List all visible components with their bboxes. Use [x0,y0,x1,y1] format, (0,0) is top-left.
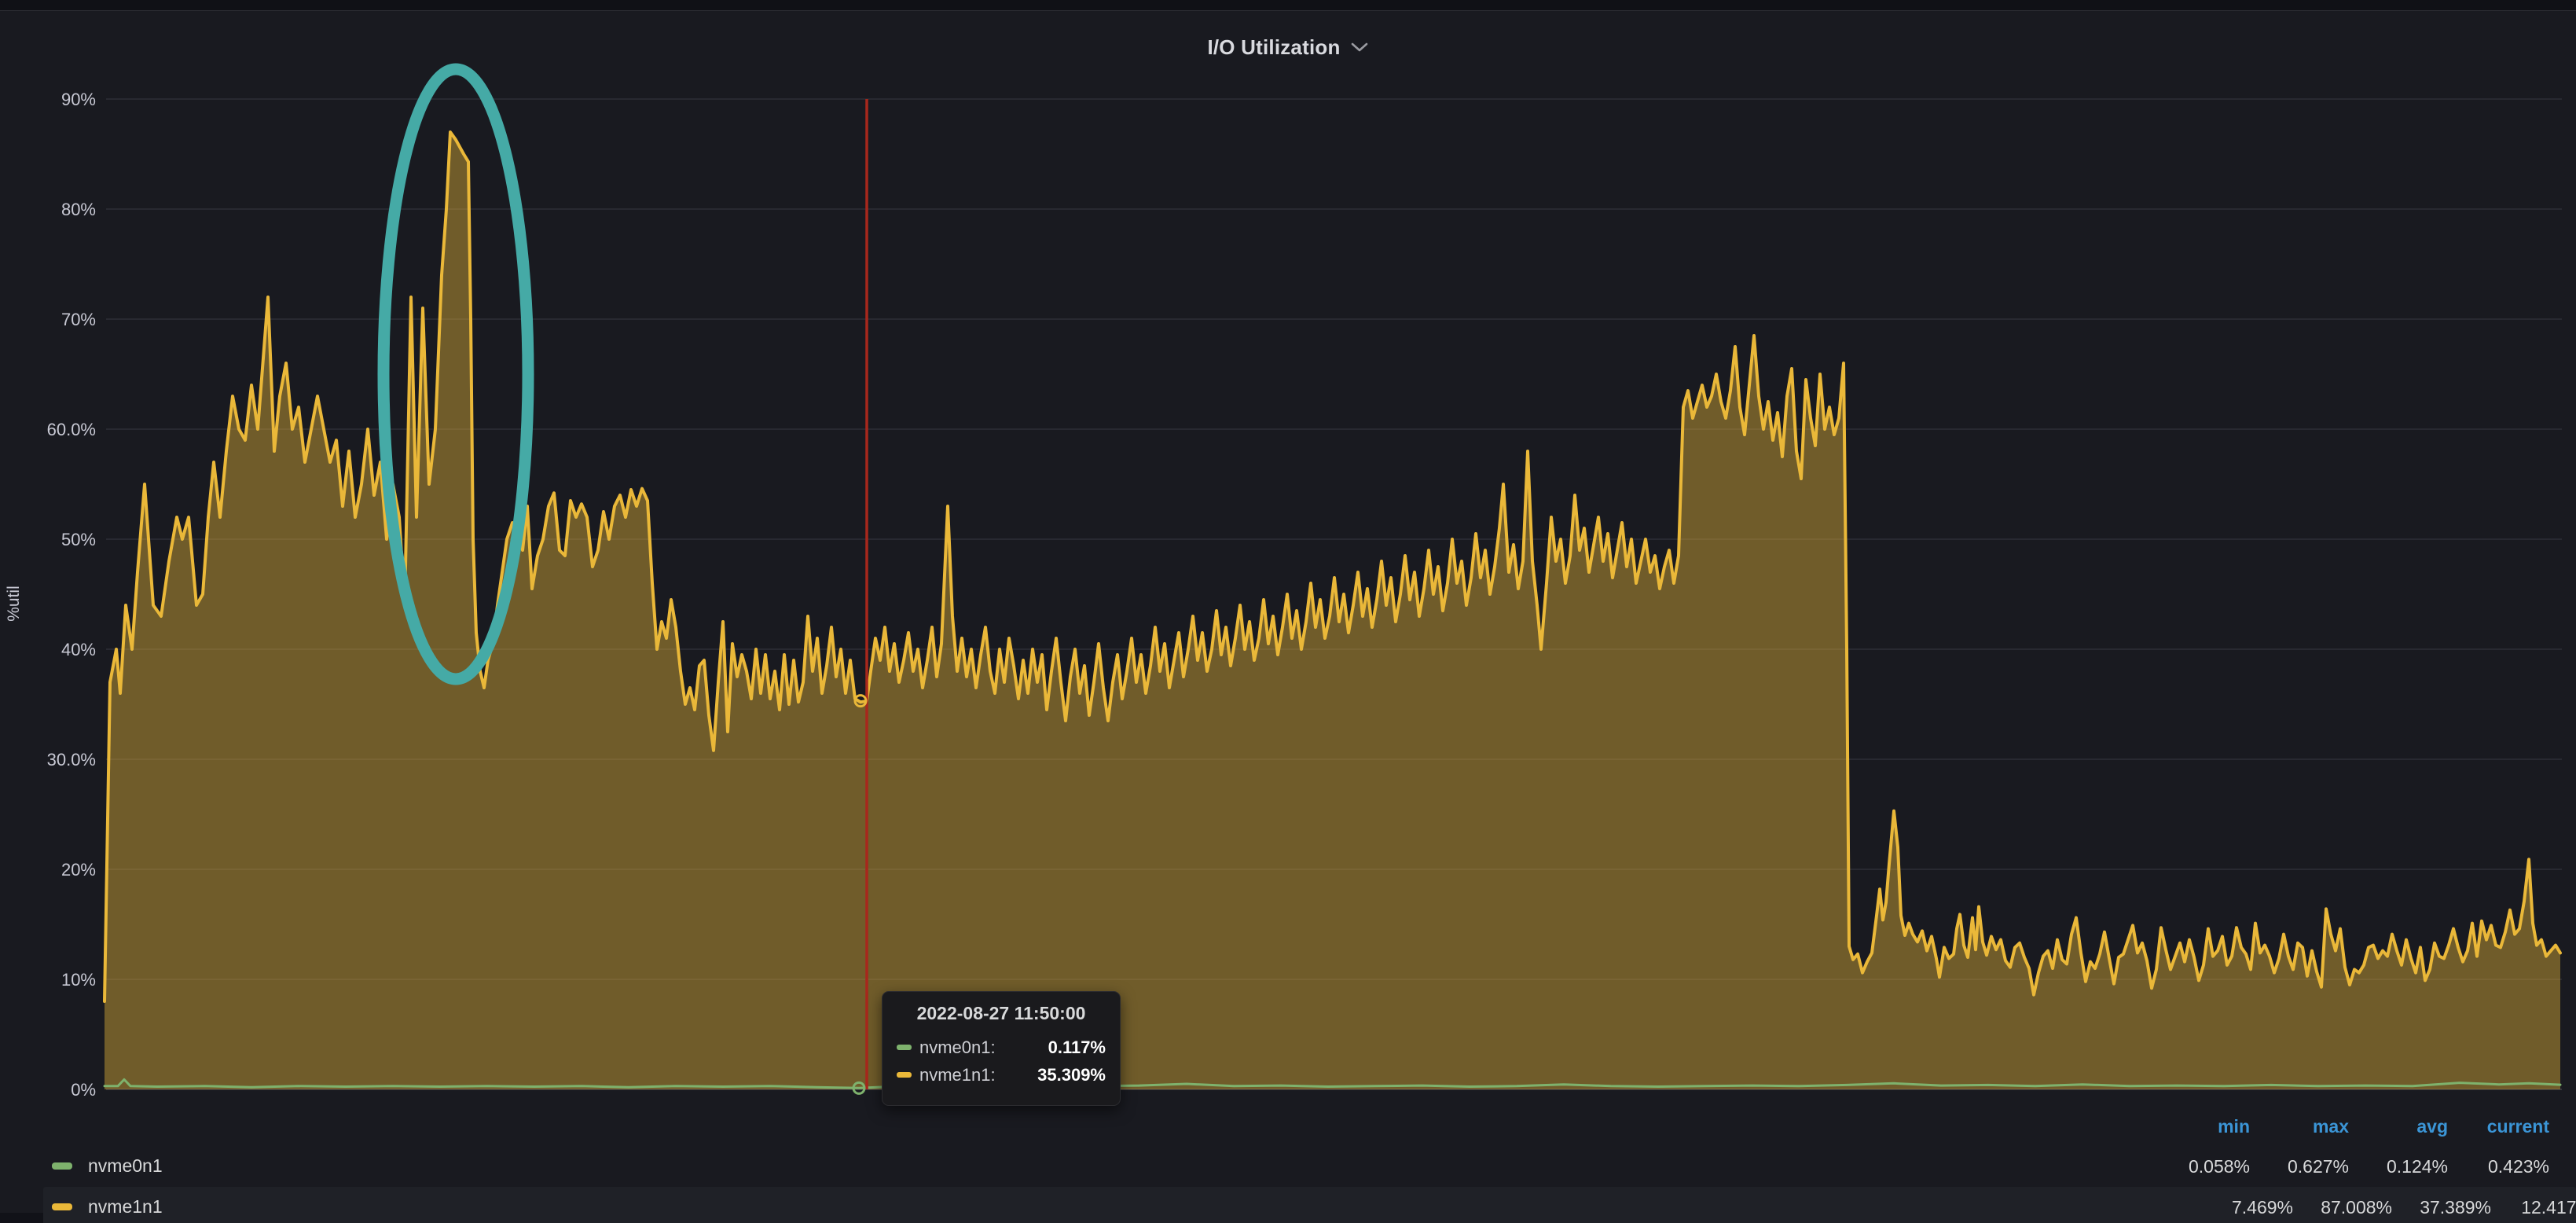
legend-value-current: 0.423% [2361,1156,2549,1177]
series-marker-icon [897,1045,912,1050]
y-tick-label: 90% [61,90,96,109]
tooltip-row-nvme0n1: nvme0n1: 0.117% [897,1034,1106,1061]
series-marker-icon [897,1072,912,1078]
y-tick-label: 80% [61,200,96,219]
io-utilization-chart[interactable]: 90% 80% 70% 60.0% 50% 40% 30.0% 20% 10% 0% [0,11,2576,1223]
legend-series-name[interactable]: nvme0n1 [88,1155,163,1177]
y-tick-label: 60.0% [47,420,96,439]
legend-row-nvme1n1: nvme1n1 7.469% 87.008% 37.389% 12.417% [43,1187,2576,1223]
y-tick-label: 0% [71,1080,96,1100]
tooltip-series-name: nvme0n1: [919,1038,996,1058]
y-tick-label: 40% [61,640,96,659]
y-tick-label: 20% [61,860,96,880]
legend-series-name[interactable]: nvme1n1 [88,1196,163,1217]
series-marker-icon[interactable] [52,1203,72,1210]
tooltip-series-value: 0.117% [1048,1038,1106,1058]
legend-value-current: 12.417% [2404,1197,2576,1218]
tooltip-row-nvme1n1: nvme1n1: 35.309% [897,1061,1106,1089]
y-tick-label: 50% [61,530,96,549]
series-marker-icon[interactable] [52,1162,72,1170]
legend-header-row: min max avg current [0,1116,2576,1140]
legend-row-nvme0n1: nvme0n1 0.058% 0.627% 0.124% 0.423% [0,1146,2576,1185]
tooltip-series-value: 35.309% [1037,1065,1106,1085]
legend-table: min max avg current nvme0n1 0.058% 0.627… [0,1110,2576,1223]
grafana-dashboard: I/O Utilization 90%80%70%60.0%50%40%30.0… [0,0,2576,1212]
legend-header-current[interactable]: current [2361,1116,2549,1137]
io-utilization-panel: I/O Utilization 90%80%70%60.0%50%40%30.0… [0,10,2576,1213]
y-tick-label: 10% [61,970,96,990]
y-tick-label: 30.0% [47,750,96,769]
page-top-strip [0,0,2576,10]
y-tick-label: 70% [61,310,96,329]
tooltip-series-name: nvme1n1: [919,1065,996,1085]
chart-tooltip: 2022-08-27 11:50:00 nvme0n1: 0.117% nvme… [882,991,1121,1106]
tooltip-timestamp: 2022-08-27 11:50:00 [897,1003,1106,1024]
y-axis-title: %util [5,541,24,667]
